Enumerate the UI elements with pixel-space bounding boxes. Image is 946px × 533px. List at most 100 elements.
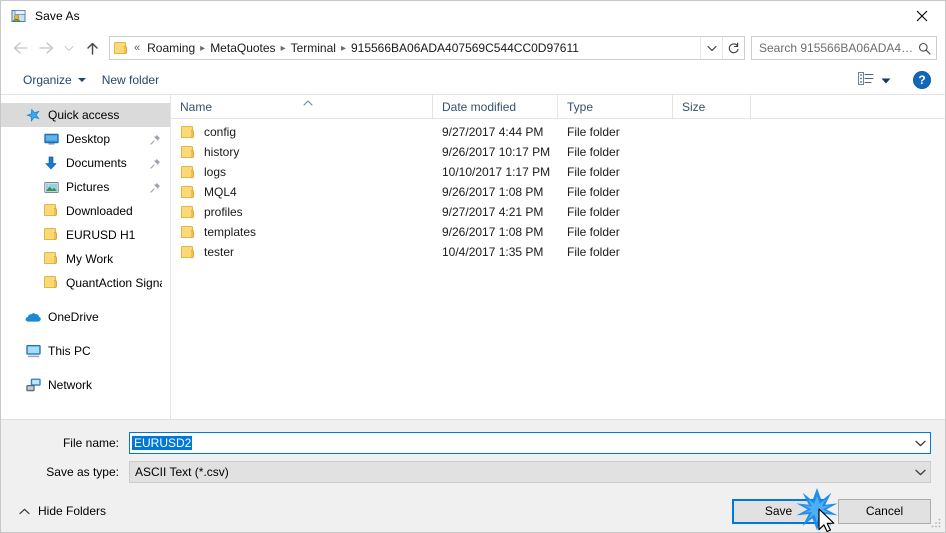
forward-button[interactable] [33, 35, 59, 61]
navigation-bar: « Roaming ▸ MetaQuotes ▸ Terminal ▸ 9155… [1, 31, 945, 65]
save-form: File name: EURUSD2 Save as type: ASCII T… [1, 419, 945, 490]
address-bar[interactable]: « Roaming ▸ MetaQuotes ▸ Terminal ▸ 9155… [109, 36, 745, 60]
up-button[interactable] [79, 35, 105, 61]
search-input[interactable]: Search 915566BA06ADA40756... [751, 36, 937, 60]
folder-icon [180, 225, 196, 239]
breadcrumb: « Roaming ▸ MetaQuotes ▸ Terminal ▸ 9155… [131, 39, 700, 57]
table-row[interactable]: config 9/27/2017 4:44 PM File folder [171, 122, 945, 142]
resize-grip[interactable] [930, 517, 942, 529]
sidebar-item-this-pc[interactable]: This PC [1, 339, 170, 363]
column-header-date-modified[interactable]: Date modified [433, 95, 558, 118]
file-date-cell: 9/27/2017 4:44 PM [442, 125, 544, 139]
file-name-value: EURUSD2 [132, 436, 910, 450]
help-icon[interactable]: ? [913, 70, 931, 89]
recent-locations-button[interactable] [59, 35, 79, 61]
table-row[interactable]: tester 10/4/2017 1:35 PM File folder [171, 242, 945, 262]
breadcrumb-overflow-icon[interactable]: « [131, 42, 143, 54]
save-as-dialog: Save As « Roaming ▸ MetaQuotes ▸ Termina… [0, 0, 946, 533]
save-button[interactable]: Save [732, 498, 825, 524]
close-button[interactable] [899, 1, 945, 31]
file-date-cell: 9/26/2017 10:17 PM [442, 145, 551, 159]
window-title: Save As [35, 9, 80, 23]
file-name-label: File name: [62, 436, 119, 450]
folder-icon [43, 275, 59, 291]
caret-up-icon [19, 504, 30, 518]
file-name-label: config [204, 125, 237, 139]
folder-icon [43, 227, 59, 243]
folder-icon [180, 145, 196, 159]
chevron-down-icon[interactable] [910, 469, 930, 476]
sidebar-item-label: OneDrive [48, 310, 99, 324]
save-as-type-label: Save as type: [46, 465, 119, 479]
table-row[interactable]: logs 10/10/2017 1:17 PM File folder [171, 162, 945, 182]
sidebar-item-label: This PC [48, 344, 91, 358]
save-as-type-value: ASCII Text (*.csv) [135, 465, 229, 479]
button-bar: Hide Folders Save Cancel [1, 490, 945, 532]
file-date-cell: 10/4/2017 1:35 PM [442, 245, 544, 259]
sidebar-item-network[interactable]: Network [1, 373, 170, 397]
file-name-label: templates [204, 225, 257, 239]
table-row[interactable]: profiles 9/27/2017 4:21 PM File folder [171, 202, 945, 222]
sidebar-item-onedrive[interactable]: OneDrive [1, 305, 170, 329]
organize-button[interactable]: Organize [15, 70, 94, 90]
sidebar-item-downloaded[interactable]: Downloaded [1, 199, 170, 223]
sidebar-item-pictures[interactable]: Pictures [1, 175, 170, 199]
file-name-cell: MQL4 [171, 185, 433, 199]
column-header-label: Type [567, 99, 594, 114]
table-row[interactable]: templates 9/26/2017 1:08 PM File folder [171, 222, 945, 242]
sort-ascending-caret [303, 95, 313, 106]
sidebar-item-label: EURUSD H1 [66, 228, 136, 242]
back-button[interactable] [7, 35, 33, 61]
sidebar-item-quantaction-signal[interactable]: QuantAction Signal [1, 271, 170, 295]
sidebar-item-quick-access[interactable]: Quick access [1, 103, 170, 127]
onedrive-cloud-icon [25, 309, 41, 325]
save-as-type-row: Save as type: ASCII Text (*.csv) [15, 461, 931, 483]
file-date-cell: 9/27/2017 4:21 PM [442, 205, 544, 219]
pin-icon[interactable] [148, 134, 162, 145]
column-header-label: Date modified [442, 99, 517, 114]
breadcrumb-item-1[interactable]: MetaQuotes [206, 39, 279, 57]
star-icon [25, 107, 41, 123]
new-folder-button[interactable]: New folder [94, 70, 167, 90]
column-header-label: Name [180, 99, 213, 114]
file-name-cell: tester [171, 245, 433, 259]
file-name-label: MQL4 [204, 185, 237, 199]
sidebar-item-my-work[interactable]: My Work [1, 247, 170, 271]
folder-icon [43, 203, 59, 219]
navigation-pane: Quick access Desktop Documents Pictures … [1, 95, 171, 419]
sidebar-item-label: Network [48, 378, 93, 392]
folder-icon [180, 205, 196, 219]
title-bar: Save As [1, 1, 945, 31]
cancel-button[interactable]: Cancel [838, 498, 931, 524]
sidebar-item-documents[interactable]: Documents [1, 151, 170, 175]
change-view-button[interactable] [852, 69, 897, 91]
file-name-input[interactable]: EURUSD2 [129, 432, 931, 454]
sidebar-item-desktop[interactable]: Desktop [1, 127, 170, 151]
hide-folders-button[interactable]: Hide Folders [15, 504, 106, 518]
breadcrumb-item-3[interactable]: 915566BA06ADA407569C544CC0D97611 [347, 39, 583, 57]
breadcrumb-item-0[interactable]: Roaming [143, 39, 199, 57]
folder-icon [180, 185, 196, 199]
sidebar-item-eurusd-h1[interactable]: EURUSD H1 [1, 223, 170, 247]
pin-icon[interactable] [148, 158, 162, 169]
file-name-cell: templates [171, 225, 433, 239]
new-folder-label: New folder [101, 72, 160, 87]
table-row[interactable]: history 9/26/2017 10:17 PM File folder [171, 142, 945, 162]
file-name-label: logs [204, 165, 227, 179]
column-header-type[interactable]: Type [558, 95, 673, 118]
save-as-type-select[interactable]: ASCII Text (*.csv) [129, 461, 931, 483]
column-header-name[interactable]: Name [171, 95, 433, 118]
chevron-down-icon[interactable] [910, 440, 930, 447]
file-name-label: profiles [204, 205, 243, 219]
refresh-icon[interactable] [722, 37, 744, 59]
sidebar-item-label: My Work [66, 252, 114, 266]
breadcrumb-item-2[interactable]: Terminal [287, 39, 340, 57]
column-header-size[interactable]: Size [673, 95, 751, 118]
table-row[interactable]: MQL4 9/26/2017 1:08 PM File folder [171, 182, 945, 202]
pin-icon[interactable] [148, 182, 162, 193]
address-dropdown-button[interactable] [700, 37, 722, 59]
sidebar-item-label: Desktop [66, 132, 111, 146]
list-view-icon [858, 71, 874, 88]
file-name-cell: config [171, 125, 433, 139]
